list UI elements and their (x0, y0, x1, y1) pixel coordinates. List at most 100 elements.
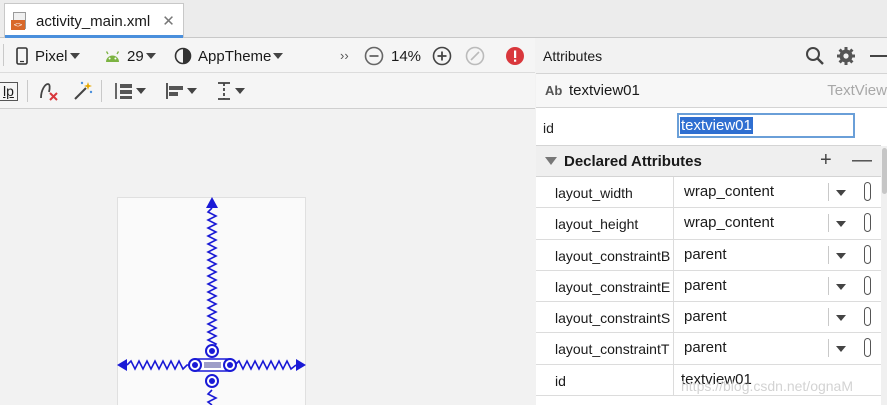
pack-icon (115, 83, 132, 99)
editor-tab-bar: <> activity_main.xml ✕ (0, 0, 887, 38)
magic-wand-icon (74, 81, 93, 100)
attribute-value[interactable]: parent (673, 302, 828, 333)
chevron-down-icon[interactable] (836, 190, 846, 196)
resource-picker-icon[interactable] (864, 338, 871, 358)
attribute-row[interactable]: layout_constraintS parent (536, 302, 881, 334)
start-constraint-spring (126, 359, 191, 371)
declared-attributes-title: Declared Attributes (564, 153, 702, 170)
attribute-row[interactable]: layout_width wrap_content (536, 177, 881, 209)
theme-selector[interactable]: AppTheme (174, 44, 284, 68)
attribute-key: layout_constraintS (555, 310, 671, 327)
resource-picker-icon[interactable] (864, 182, 871, 201)
align-icon (166, 83, 183, 99)
attributes-panel: Attributes Ab textview01 TextView id tex… (536, 38, 887, 405)
chevron-down-icon[interactable] (836, 315, 846, 322)
start-constraint-arrow-icon (117, 359, 127, 371)
attribute-key: id (555, 372, 566, 389)
search-icon[interactable] (805, 46, 825, 66)
error-indicator[interactable] (505, 44, 525, 68)
zoom-fit-icon (465, 46, 485, 66)
id-input-value: textview01 (680, 117, 753, 134)
more-actions-button[interactable]: ›› (340, 43, 349, 67)
device-label: Pixel (35, 47, 68, 65)
tab-activity-main[interactable]: <> activity_main.xml ✕ (4, 3, 184, 38)
attribute-key: layout_constraintE (555, 278, 671, 295)
resource-picker-icon[interactable] (864, 213, 871, 233)
api-label: 29 (127, 47, 144, 65)
constraint-overlay[interactable] (0, 109, 535, 405)
remove-attribute-button[interactable]: — (852, 149, 872, 172)
end-constraint-spring (234, 359, 297, 371)
attribute-key: layout_constraintB (555, 247, 671, 264)
scrollbar-thumb[interactable] (882, 148, 887, 194)
phone-icon (16, 47, 28, 65)
zoom-in-button[interactable] (432, 44, 452, 68)
close-icon[interactable]: ✕ (162, 12, 175, 30)
design-canvas[interactable] (0, 109, 535, 405)
attributes-scrollbar[interactable] (881, 146, 887, 405)
tab-title: activity_main.xml (36, 12, 151, 30)
attribute-value[interactable]: parent (673, 333, 828, 364)
align-menu-button[interactable] (163, 79, 197, 103)
infer-constraints-button[interactable] (72, 79, 94, 103)
attribute-value[interactable]: parent (673, 270, 828, 302)
guidelines-menu-button[interactable] (215, 79, 245, 103)
android-icon (105, 50, 120, 62)
chevron-down-icon (145, 53, 156, 59)
zoom-in-icon (432, 46, 452, 66)
add-attribute-button[interactable]: + (820, 149, 832, 172)
pack-menu-button[interactable] (112, 79, 146, 103)
textview-type-icon: Ab (545, 83, 563, 98)
chevron-down-icon (69, 53, 80, 59)
device-selector[interactable]: Pixel (16, 44, 80, 68)
design-toolbar: Pixel 29 AppTheme ›› 14% (0, 38, 535, 73)
attribute-key: layout_constraintT (555, 341, 670, 358)
design-panel: Pixel 29 AppTheme ›› 14% lp (0, 38, 535, 405)
component-type: TextView (827, 82, 887, 99)
component-name: textview01 (569, 82, 640, 99)
chevron-down-icon (187, 88, 197, 94)
clear-constraints-icon (40, 83, 58, 101)
chevron-down-icon (136, 88, 146, 94)
theme-icon (174, 47, 192, 65)
resource-picker-icon[interactable] (864, 275, 871, 295)
zoom-out-button[interactable] (364, 44, 384, 68)
collapse-icon[interactable] (545, 157, 557, 165)
api-level-selector[interactable]: 29 (104, 44, 156, 68)
attribute-row[interactable]: layout_constraintE parent (536, 270, 881, 303)
theme-label: AppTheme (198, 47, 272, 65)
attribute-value[interactable]: wrap_content (673, 177, 828, 208)
xml-file-icon: <> (11, 12, 29, 30)
attribute-key: layout_width (555, 185, 633, 201)
minimize-icon[interactable] (869, 46, 887, 66)
chevron-down-icon[interactable] (836, 283, 846, 290)
guideline-icon (218, 82, 230, 100)
attribute-row[interactable]: layout_constraintB parent (536, 239, 881, 271)
bottom-constraint-spring (206, 389, 218, 405)
clear-constraints-button[interactable] (38, 79, 60, 103)
id-input[interactable]: textview01 (677, 113, 855, 138)
resource-picker-icon[interactable] (864, 244, 871, 264)
watermark: https://blog.csdn.net/ognaM (681, 378, 853, 394)
chevron-down-icon[interactable] (836, 252, 846, 259)
declared-attributes-list: layout_width wrap_content layout_height … (536, 177, 881, 397)
zoom-to-fit-button[interactable] (465, 44, 485, 68)
declared-attributes-header[interactable]: Declared Attributes + — (536, 146, 881, 177)
chevron-down-icon (235, 88, 245, 94)
top-constraint-spring (206, 207, 218, 349)
attribute-value[interactable]: wrap_content (673, 208, 828, 239)
attributes-title: Attributes (543, 48, 603, 64)
end-constraint-arrow-icon (296, 359, 306, 371)
chevron-down-icon[interactable] (836, 346, 846, 353)
attribute-value[interactable]: parent (673, 239, 828, 270)
top-constraint-arrow-icon (206, 197, 218, 208)
margin-label: lp (0, 81, 18, 101)
chevron-down-icon[interactable] (836, 221, 846, 228)
zoom-level: 14% (391, 47, 422, 65)
attributes-header: Attributes (536, 38, 887, 74)
default-margin-field[interactable]: lp (0, 79, 18, 103)
gear-icon[interactable] (836, 46, 856, 66)
attribute-row[interactable]: layout_constraintT parent (536, 333, 881, 365)
resource-picker-icon[interactable] (864, 307, 871, 327)
attribute-row[interactable]: layout_height wrap_content (536, 208, 881, 240)
